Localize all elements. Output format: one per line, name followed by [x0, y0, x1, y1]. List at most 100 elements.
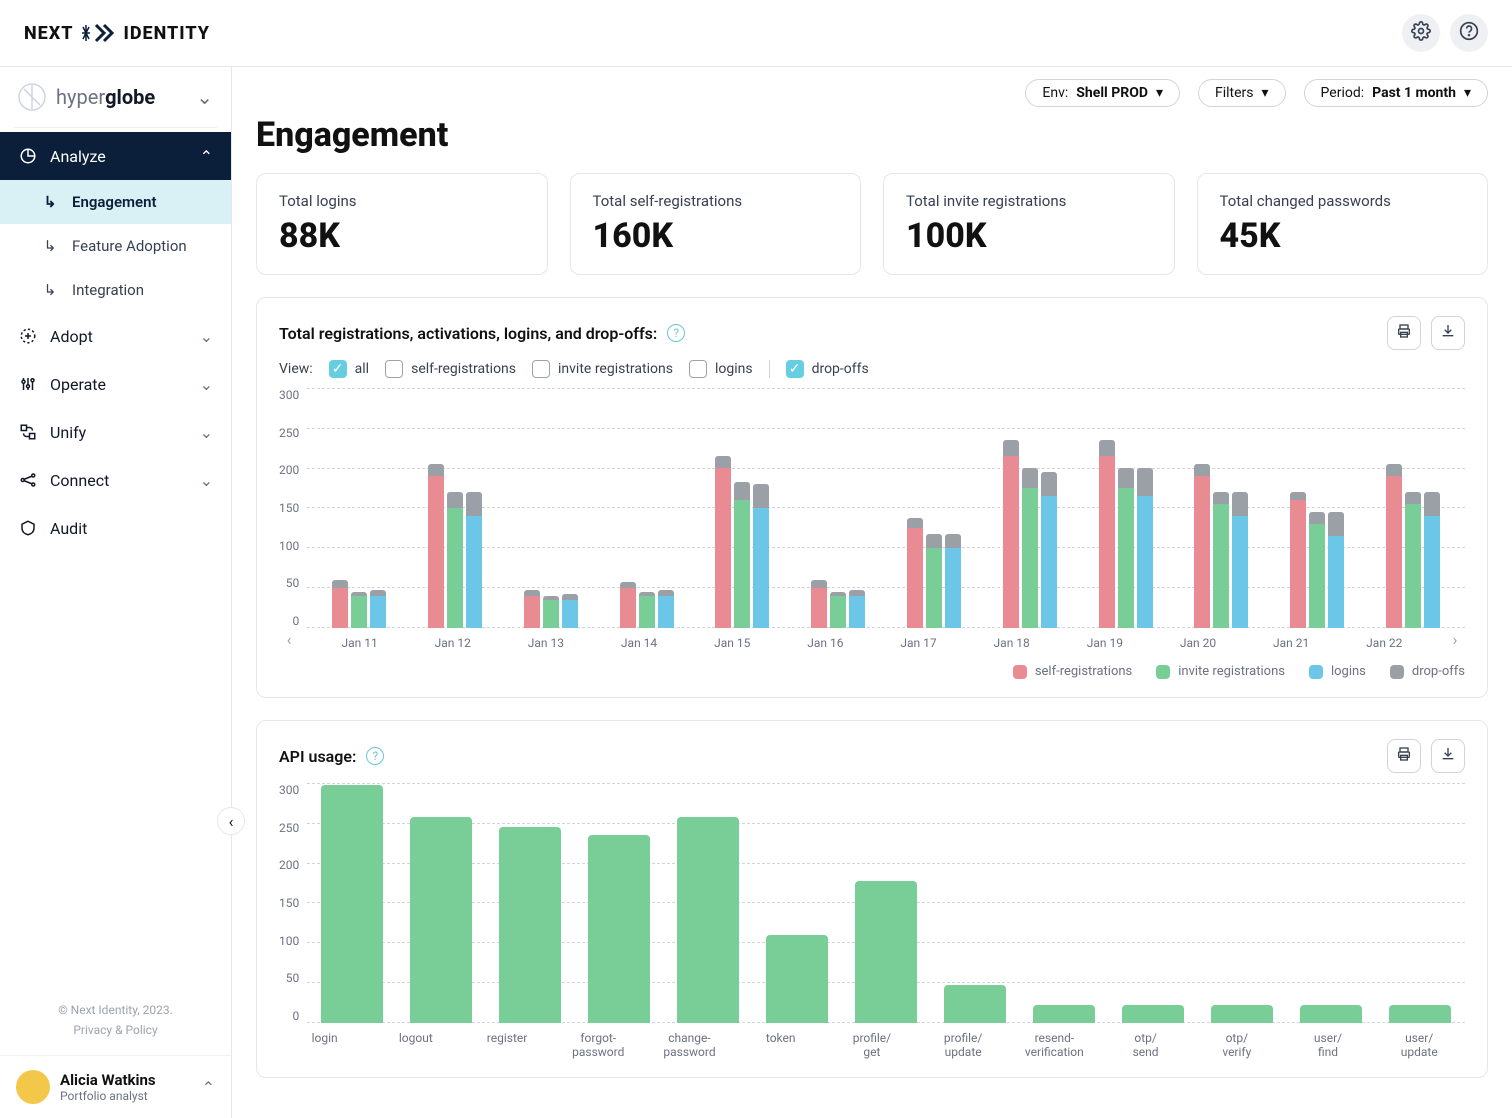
analyze-icon [18, 146, 38, 166]
brand-logo: NEXT IDENTITY [24, 23, 210, 44]
user-role: Portfolio analyst [60, 1089, 192, 1103]
nav-audit-label: Audit [50, 519, 87, 538]
x-tick: Jan 21 [1273, 636, 1309, 650]
checkbox-icon [385, 360, 403, 378]
bar-group [811, 580, 865, 628]
chevron-up-icon: ⌃ [202, 1078, 215, 1097]
nav-analyze-label: Analyze [50, 147, 106, 166]
tenant-selector[interactable]: hyperglobe ⌄ [0, 67, 231, 127]
nav-feature-adoption-label: Feature Adoption [72, 237, 187, 255]
kpi-card: Total changed passwords45K [1197, 173, 1489, 275]
filter-self[interactable]: self-registrations [385, 360, 516, 378]
filter-logins[interactable]: logins [689, 360, 753, 378]
x-tick: user/ update [1384, 1031, 1454, 1059]
info-icon[interactable]: ? [667, 324, 685, 342]
brand-right: IDENTITY [124, 23, 211, 44]
api-usage-card: API usage: ? 300250200150100500 loginlog… [256, 720, 1488, 1078]
api-bar [677, 817, 739, 1023]
download-button[interactable] [1431, 739, 1465, 773]
api-bar [499, 827, 561, 1023]
gear-icon [1411, 21, 1431, 45]
nav-operate[interactable]: Operate ⌄ [0, 360, 231, 408]
filter-all[interactable]: ✓all [329, 360, 369, 378]
kpi-card: Total invite registrations 100K [883, 173, 1175, 275]
nav-unify[interactable]: Unify ⌄ [0, 408, 231, 456]
nav-adopt[interactable]: Adopt ⌄ [0, 312, 231, 360]
user-card[interactable]: Alicia Watkins Portfolio analyst ⌃ [0, 1055, 231, 1118]
env-value: Shell PROD [1076, 85, 1148, 101]
print-button[interactable] [1387, 316, 1421, 350]
nav-analyze[interactable]: Analyze ⌃ [0, 132, 231, 180]
sidebar-collapse-button[interactable]: ‹ [217, 807, 245, 835]
chart2-title: API usage: [279, 747, 356, 766]
legend-invite: invite registrations [1156, 664, 1285, 679]
chart-next-button[interactable]: › [1445, 630, 1465, 649]
api-bar [766, 935, 828, 1023]
sub-arrow-icon: ↳ [40, 280, 60, 300]
checkbox-checked-icon: ✓ [329, 360, 347, 378]
sub-arrow-icon: ↳ [40, 192, 60, 212]
bar-group [1386, 464, 1440, 628]
sub-arrow-icon: ↳ [40, 236, 60, 256]
settings-button[interactable] [1402, 14, 1440, 52]
nav-engagement[interactable]: ↳ Engagement [0, 180, 231, 224]
legend-self: self-registrations [1013, 664, 1132, 679]
legend-logins: logins [1309, 664, 1366, 679]
brand-glyph-icon [82, 23, 116, 43]
filter-invite[interactable]: invite registrations [532, 360, 673, 378]
period-value: Past 1 month [1372, 85, 1456, 101]
env-selector[interactable]: Env: Shell PROD ▾ [1025, 79, 1180, 107]
kpi-label: Total self-registrations [593, 192, 839, 210]
chart-prev-button[interactable]: ‹ [279, 630, 299, 649]
api-bar [1389, 1005, 1451, 1023]
x-tick: Jan 13 [528, 636, 564, 650]
printer-icon [1396, 323, 1412, 343]
download-button[interactable] [1431, 316, 1465, 350]
help-button[interactable] [1450, 14, 1488, 52]
checkbox-icon [689, 360, 707, 378]
nav-feature-adoption[interactable]: ↳ Feature Adoption [0, 224, 231, 268]
bar-group [1099, 440, 1153, 628]
x-tick: Jan 15 [714, 636, 750, 650]
chevron-left-icon: ‹ [229, 812, 234, 831]
print-button[interactable] [1387, 739, 1421, 773]
x-tick: user/ find [1293, 1031, 1363, 1059]
x-tick: Jan 11 [341, 636, 377, 650]
sidebar-footer: © Next Identity, 2023. Privacy & Policy [0, 991, 231, 1055]
kpi-value: 45K [1220, 216, 1466, 256]
nav: Analyze ⌃ ↳ Engagement ↳ Feature Adoptio… [0, 128, 231, 552]
kpi-card: Total self-registrations 160K [570, 173, 862, 275]
checkbox-icon [532, 360, 550, 378]
adopt-icon [18, 326, 38, 346]
x-tick: Jan 12 [435, 636, 471, 650]
api-bar [410, 817, 472, 1023]
nav-audit[interactable]: Audit [0, 504, 231, 552]
filter-dropoffs[interactable]: ✓drop-offs [786, 360, 869, 378]
api-bar [855, 881, 917, 1023]
x-tick: Jan 19 [1087, 636, 1123, 650]
privacy-link[interactable]: Privacy & Policy [18, 1023, 213, 1037]
kpi-label: Total invite registrations [906, 192, 1152, 210]
chevron-down-icon: ⌄ [196, 85, 213, 109]
kpi-value: 100K [906, 216, 1152, 256]
filters-label: Filters [1215, 85, 1254, 101]
copyright: © Next Identity, 2023. [18, 1003, 213, 1017]
bar-group [524, 590, 578, 628]
x-tick: otp/ send [1111, 1031, 1181, 1059]
nav-operate-label: Operate [50, 375, 106, 394]
tenant-prefix: hyper [56, 85, 105, 109]
legend-dropoffs: drop-offs [1390, 664, 1465, 679]
x-tick: Jan 18 [994, 636, 1030, 650]
avatar [16, 1070, 50, 1104]
env-label: Env: [1042, 85, 1068, 101]
api-bar [588, 835, 650, 1023]
filters-selector[interactable]: Filters ▾ [1198, 79, 1286, 107]
chevron-down-icon: ⌄ [200, 471, 213, 490]
nav-connect[interactable]: Connect ⌄ [0, 456, 231, 504]
period-selector[interactable]: Period: Past 1 month ▾ [1304, 79, 1488, 107]
kpi-value: 88K [279, 216, 525, 256]
registrations-chart-card: Total registrations, activations, logins… [256, 297, 1488, 698]
info-icon[interactable]: ? [366, 747, 384, 765]
nav-integration[interactable]: ↳ Integration [0, 268, 231, 312]
kpi-value: 160K [593, 216, 839, 256]
